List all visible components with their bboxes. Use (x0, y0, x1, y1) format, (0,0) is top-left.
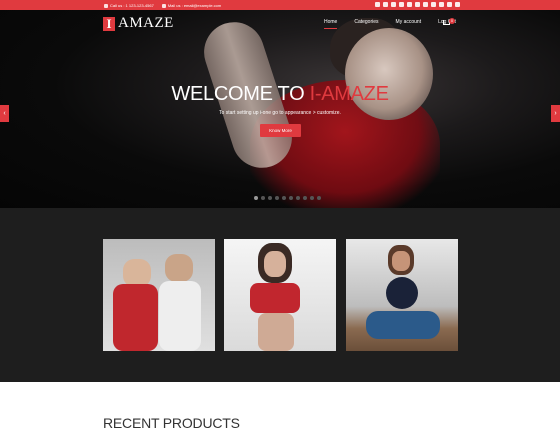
phone-icon (104, 3, 108, 8)
cart-button[interactable]: 0 (443, 18, 457, 28)
logo-mark: I (103, 16, 115, 31)
photo-shape (250, 283, 300, 313)
photo-shape (113, 284, 158, 351)
photo-shape (392, 251, 410, 271)
slider-dot[interactable] (289, 196, 293, 200)
vimeo-icon[interactable] (431, 2, 436, 7)
gallery-image-basketball[interactable] (346, 239, 458, 351)
top-bar: Call us : 1 123-123-4567 Mail us : email… (0, 0, 560, 10)
rss-icon[interactable] (455, 2, 460, 7)
nav-item-categories[interactable]: Categories (354, 19, 378, 25)
slider-dot[interactable] (254, 196, 258, 200)
photo-shape (366, 311, 440, 339)
social-links (375, 2, 460, 7)
linkedin-icon[interactable] (399, 2, 404, 7)
cart-count-badge: 0 (449, 18, 455, 24)
photo-shape (159, 281, 201, 351)
nav-item-my-account[interactable]: My account (396, 19, 422, 25)
email-text: Mail us : email@example.com (167, 3, 222, 8)
slider-next-arrow[interactable]: › (551, 105, 560, 122)
recent-products-title: RECENT PRODUCTS (103, 415, 240, 431)
slider-dots (254, 196, 321, 200)
email-contact[interactable]: Mail us : email@example.com (161, 3, 222, 8)
slider-dot[interactable] (317, 196, 321, 200)
hero-subtitle: To start setting up i-one go to appearan… (219, 110, 341, 116)
youtube-icon[interactable] (407, 2, 412, 7)
mail-icon (161, 3, 166, 8)
tumblr-icon[interactable] (447, 2, 452, 7)
slider-dot[interactable] (261, 196, 265, 200)
slider-dot[interactable] (275, 196, 279, 200)
slider-dot[interactable] (310, 196, 314, 200)
hero-title-prefix: WELCOME TO (171, 83, 310, 105)
slider-prev-arrow[interactable]: ‹ (0, 105, 9, 122)
contact-info: Call us : 1 123-123-4567 Mail us : email… (104, 3, 221, 8)
know-more-button[interactable]: Know More (260, 124, 301, 137)
hero-title: WELCOME TO I-AMAZE (0, 83, 560, 106)
phone-contact[interactable]: Call us : 1 123-123-4567 (104, 3, 154, 8)
hero-title-brand: I-AMAZE (309, 83, 389, 105)
hero-slider (0, 10, 560, 208)
slider-dot[interactable] (282, 196, 286, 200)
photo-shape (264, 251, 286, 277)
photo-shape (165, 254, 193, 282)
instagram-icon[interactable] (423, 2, 428, 7)
hero-face-shape (345, 28, 433, 120)
facebook-icon[interactable] (375, 2, 380, 7)
site-logo[interactable]: I AMAZE (103, 15, 174, 32)
slider-dot[interactable] (303, 196, 307, 200)
twitter-icon[interactable] (383, 2, 388, 7)
nav-item-home[interactable]: Home (324, 19, 338, 29)
photo-shape (386, 277, 418, 309)
phone-text: Call us : 1 123-123-4567 (110, 3, 154, 8)
slider-dot[interactable] (296, 196, 300, 200)
gallery-image-woman[interactable] (224, 239, 336, 351)
google-plus-icon[interactable] (391, 2, 396, 7)
photo-shape (258, 313, 294, 351)
logo-text: AMAZE (118, 15, 174, 31)
gallery-image-kids[interactable] (103, 239, 215, 351)
pinterest-icon[interactable] (415, 2, 420, 7)
featured-gallery (0, 208, 560, 382)
flickr-icon[interactable] (439, 2, 444, 7)
slider-dot[interactable] (268, 196, 272, 200)
main-nav: Home Categories My account Log Out (324, 19, 456, 29)
photo-shape (123, 259, 151, 287)
